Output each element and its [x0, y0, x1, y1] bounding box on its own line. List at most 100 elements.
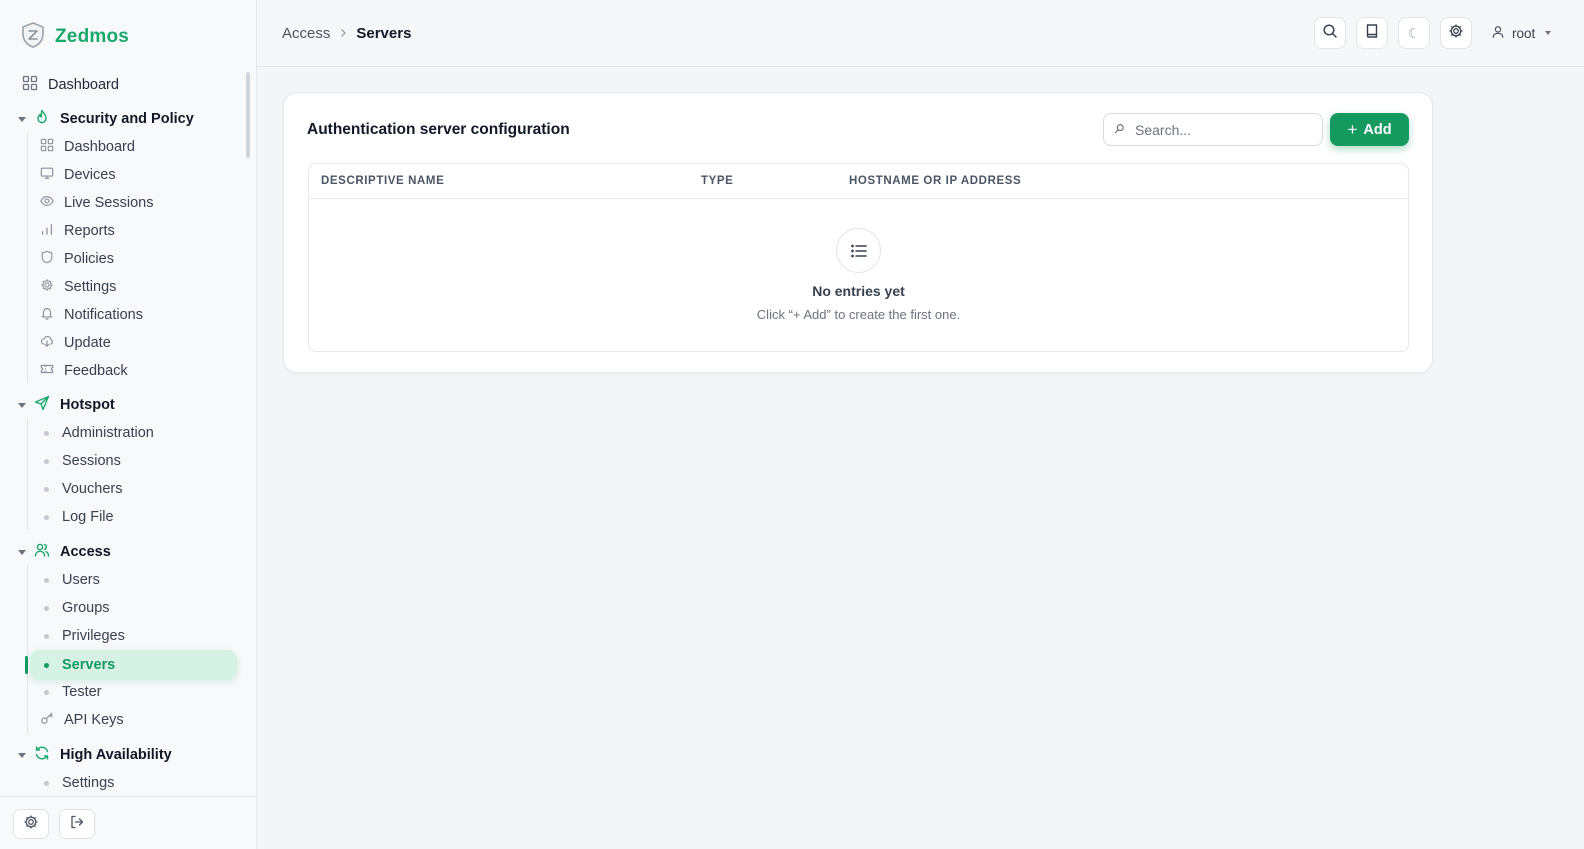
docs-button[interactable]	[1356, 17, 1388, 49]
send-icon	[34, 395, 60, 415]
search-button[interactable]	[1314, 17, 1346, 49]
shield-icon	[40, 250, 64, 268]
sidebar-item-settings[interactable]: Settings	[40, 274, 116, 300]
table-header: DESCRIPTIVE NAME TYPE HOSTNAME OR IP ADD…	[309, 164, 1408, 199]
grid-icon	[40, 138, 64, 156]
bullet-dot	[44, 662, 49, 668]
sidebar-item-log-file[interactable]: Log File	[40, 504, 114, 530]
sidebar-item-label: Reports	[64, 223, 115, 239]
sidebar-item-label: Users	[62, 572, 100, 588]
sidebar-item-feedback[interactable]: Feedback	[40, 358, 128, 384]
sidebar: Zedmos Dashboard Security and Policy Das…	[0, 0, 257, 849]
sidebar-overflow-clip: Settings	[0, 770, 250, 792]
gear-icon	[23, 814, 39, 835]
sidebar-item-label: Log File	[62, 509, 114, 525]
sidebar-item-label: Settings	[64, 279, 117, 295]
tree-guide	[27, 419, 28, 529]
flame-icon	[34, 109, 60, 129]
group-high-availability[interactable]: High Availability	[18, 743, 172, 767]
sidebar-item-servers[interactable]: Servers	[30, 650, 237, 680]
key-icon	[40, 711, 64, 729]
sidebar-item-label: Servers	[62, 657, 116, 673]
sidebar-item-label: Tester	[62, 684, 102, 700]
sidebar-item-users[interactable]: Users	[40, 567, 100, 593]
chevron-down-icon	[18, 116, 26, 122]
sidebar-item-tester[interactable]: Tester	[40, 679, 102, 705]
sidebar-item-privileges[interactable]: Privileges	[40, 623, 125, 649]
sidebar-item-security-dashboard[interactable]: Dashboard	[40, 134, 135, 160]
sidebar-item-label: Devices	[64, 167, 116, 183]
list-icon	[836, 228, 881, 273]
tree-guide	[27, 566, 28, 734]
search-field[interactable]	[1103, 113, 1323, 146]
eye-icon	[40, 194, 64, 212]
brand-name: Zedmos	[55, 26, 130, 47]
sidebar-item-administration[interactable]: Administration	[40, 420, 154, 446]
group-title: Hotspot	[60, 397, 115, 413]
preferences-button[interactable]	[1440, 17, 1472, 49]
sidebar-item-sessions[interactable]: Sessions	[40, 448, 121, 474]
bullet-dot	[44, 430, 49, 436]
servers-table: DESCRIPTIVE NAME TYPE HOSTNAME OR IP ADD…	[308, 163, 1409, 352]
sidebar-item-label: Settings	[62, 775, 115, 791]
sidebar-item-reports[interactable]: Reports	[40, 218, 115, 244]
brand[interactable]: Zedmos	[20, 21, 130, 54]
logout-button[interactable]	[59, 809, 95, 839]
chevron-down-icon	[18, 549, 26, 555]
user-menu[interactable]: root	[1491, 23, 1552, 43]
cloud-download-icon	[40, 334, 64, 352]
active-indicator	[25, 656, 28, 674]
group-security-and-policy[interactable]: Security and Policy	[18, 107, 194, 131]
sidebar-item-label: Feedback	[64, 363, 128, 379]
sidebar-item-devices[interactable]: Devices	[40, 162, 116, 188]
group-title: High Availability	[60, 747, 172, 763]
group-title: Access	[60, 544, 111, 560]
bullet-dot	[44, 689, 49, 695]
sidebar-item-live-sessions[interactable]: Live Sessions	[40, 190, 153, 216]
tree-guide	[27, 133, 28, 383]
bar-chart-icon	[40, 222, 64, 240]
group-hotspot[interactable]: Hotspot	[18, 393, 115, 417]
group-access[interactable]: Access	[18, 540, 111, 564]
sidebar-item-vouchers[interactable]: Vouchers	[40, 476, 122, 502]
moon-icon: ☾	[1407, 24, 1421, 41]
shield-logo-icon	[20, 21, 46, 54]
sidebar-item-label: Vouchers	[62, 481, 123, 497]
sidebar-item-label: Sessions	[62, 453, 121, 469]
theme-toggle-button[interactable]: ☾	[1398, 17, 1430, 49]
search-icon	[1322, 23, 1338, 44]
book-icon	[1364, 23, 1380, 44]
logout-icon	[69, 814, 85, 835]
column-header-descriptive-name[interactable]: DESCRIPTIVE NAME	[321, 175, 444, 187]
search-input[interactable]	[1135, 121, 1305, 138]
breadcrumb: Access Servers	[282, 22, 411, 44]
servers-card: Authentication server configuration + Ad…	[283, 92, 1433, 373]
bullet-dot	[44, 605, 49, 611]
chevron-down-icon	[18, 402, 26, 408]
sidebar-item-label: Groups	[62, 600, 110, 616]
sidebar-item-ha-settings[interactable]: Settings	[40, 770, 114, 792]
breadcrumb-parent[interactable]: Access	[282, 25, 330, 42]
column-header-hostname[interactable]: HOSTNAME OR IP ADDRESS	[849, 175, 1021, 187]
sidebar-scrollbar[interactable]	[246, 72, 250, 158]
sidebar-item-label: Live Sessions	[64, 195, 154, 211]
sidebar-item-api-keys[interactable]: API Keys	[40, 707, 124, 733]
column-header-type[interactable]: TYPE	[701, 175, 733, 187]
sidebar-item-policies[interactable]: Policies	[40, 246, 114, 272]
search-icon	[1114, 121, 1135, 139]
empty-state-subtitle: Click “+ Add” to create the first one.	[756, 307, 961, 322]
add-button-label: Add	[1363, 121, 1392, 138]
sidebar-item-label: API Keys	[64, 712, 124, 728]
settings-button[interactable]	[13, 809, 49, 839]
sidebar-item-notifications[interactable]: Notifications	[40, 302, 143, 328]
bullet-dot	[44, 486, 49, 492]
sidebar-item-update[interactable]: Update	[40, 330, 111, 356]
chevron-right-icon	[339, 26, 347, 41]
bell-icon	[40, 306, 64, 324]
users-icon	[34, 542, 60, 562]
add-button[interactable]: + Add	[1330, 113, 1409, 146]
refresh-icon	[34, 745, 60, 765]
empty-state-title: No entries yet	[812, 283, 905, 299]
sidebar-item-groups[interactable]: Groups	[40, 595, 110, 621]
sidebar-item-dashboard[interactable]: Dashboard	[22, 73, 119, 97]
